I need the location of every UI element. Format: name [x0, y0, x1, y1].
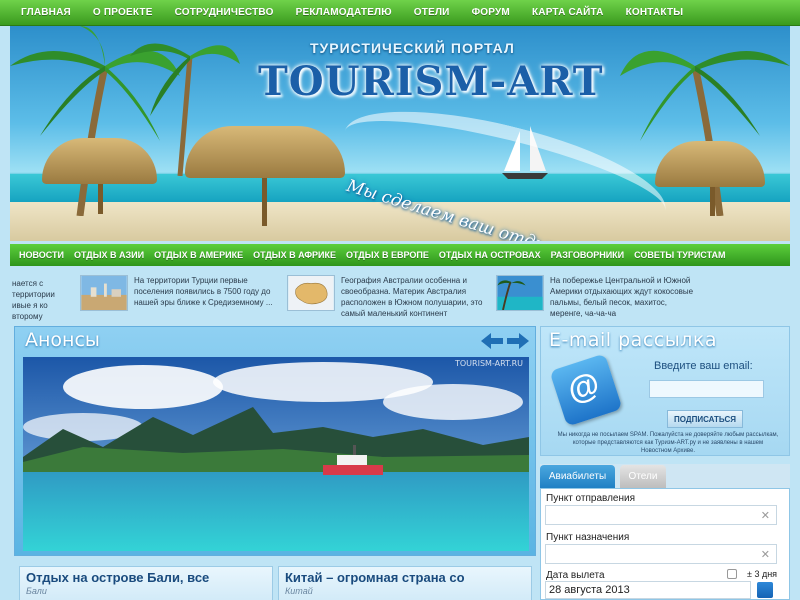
departure-date-label: Дата вылета — [546, 570, 605, 581]
tab-hotels[interactable]: Отели — [620, 465, 666, 488]
ticker-item[interactable]: На территории Турции первые поселения по… — [80, 275, 285, 311]
cat-news[interactable]: НОВОСТИ — [14, 250, 69, 260]
ticker-thumb-beach — [496, 275, 544, 311]
cat-europe[interactable]: ОТДЫХ В ЕВРОПЕ — [341, 250, 434, 260]
ticker-text: География Австралии особенна и своеобраз… — [341, 276, 483, 318]
site-logo[interactable]: TOURISM-ART — [258, 58, 604, 105]
banner-subtitle: ТУРИСТИЧЕСКИЙ ПОРТАЛ — [310, 40, 515, 56]
article-tag[interactable]: Бали — [26, 586, 266, 596]
island-photo — [23, 357, 529, 551]
ticker-item[interactable]: География Австралии особенна и своеобраз… — [287, 275, 492, 319]
ticker-text: На побережье Центральной и Южной Америки… — [550, 276, 694, 318]
email-label: Введите ваш email: — [654, 360, 753, 372]
cat-america[interactable]: ОТДЫХ В АМЕРИКЕ — [149, 250, 248, 260]
news-ticker: нается с территории ивые я ко второму На… — [10, 275, 790, 325]
departure-label: Пункт отправления — [546, 493, 636, 504]
nav-contacts[interactable]: КОНТАКТЫ — [615, 7, 695, 18]
nav-cooperation[interactable]: СОТРУДНИЧЕСТВО — [164, 7, 285, 18]
article-card[interactable]: Китай – огромная страна со Китай — [278, 566, 532, 600]
article-title[interactable]: Отдых на острове Бали, все — [26, 570, 266, 585]
calendar-icon[interactable] — [757, 582, 773, 598]
cat-asia[interactable]: ОТДЫХ В АЗИИ — [69, 250, 149, 260]
spam-notice: Мы никогда не посылаем SPAM. Пожалуйста … — [557, 432, 779, 454]
ticker-thumb-australia-map — [287, 275, 335, 311]
flex-dates-checkbox[interactable] — [727, 569, 737, 579]
clear-icon[interactable]: ✕ — [761, 509, 770, 522]
article-tag[interactable]: Китай — [285, 586, 525, 596]
article-title[interactable]: Китай – огромная страна со — [285, 570, 525, 585]
email-at-icon: @ — [549, 353, 623, 427]
departure-input[interactable]: ✕ — [545, 505, 777, 525]
ticker-partial-item[interactable]: нается с территории ивые я ко второму — [12, 278, 72, 322]
announcements-title: Анонсы — [25, 329, 100, 351]
ticker-text: На территории Турции первые поселения по… — [134, 276, 273, 307]
cat-africa[interactable]: ОТДЫХ В АФРИКЕ — [248, 250, 341, 260]
nav-hotels[interactable]: ОТЕЛИ — [403, 7, 461, 18]
destination-label: Пункт назначения — [546, 532, 630, 543]
email-input[interactable] — [649, 380, 764, 398]
article-card[interactable]: Отдых на острове Бали, все Бали — [19, 566, 273, 600]
cat-phrasebooks[interactable]: РАЗГОВОРНИКИ — [546, 250, 630, 260]
cat-tips[interactable]: СОВЕТЫ ТУРИСТАМ — [629, 250, 730, 260]
subscribe-button[interactable]: ПОДПИСАТЬСЯ — [667, 410, 743, 428]
arrow-left-icon[interactable] — [481, 333, 503, 349]
booking-tabs: Авиабилеты Отели — [540, 464, 790, 488]
slider-image[interactable]: TOURISM-ART.RU — [23, 357, 529, 551]
announcements-panel: Анонсы TOURISM-ART.RU — [14, 326, 536, 556]
top-nav: ГЛАВНАЯ О ПРОЕКТЕ СОТРУДНИЧЕСТВО РЕКЛАМО… — [0, 0, 800, 26]
nav-forum[interactable]: ФОРУМ — [461, 7, 521, 18]
email-subscription-panel: E-mail рассылка @ Введите ваш email: ПОД… — [540, 326, 790, 456]
header-banner: ТУРИСТИЧЕСКИЙ ПОРТАЛ TOURISM-ART Мы сдел… — [10, 26, 790, 241]
nav-sitemap[interactable]: КАРТА САЙТА — [521, 7, 615, 18]
cat-islands[interactable]: ОТДЫХ НА ОСТРОВАХ — [434, 250, 546, 260]
ticker-item[interactable]: На побережье Центральной и Южной Америки… — [496, 275, 701, 319]
umbrella-center-icon — [185, 126, 345, 178]
flight-search-form: Пункт отправления ✕ Пункт назначения ✕ Д… — [540, 488, 790, 600]
email-subscription-title: E-mail рассылка — [549, 329, 717, 351]
ticker-thumb-turkey — [80, 275, 128, 311]
photo-watermark: TOURISM-ART.RU — [455, 359, 523, 368]
category-nav: НОВОСТИ ОТДЫХ В АЗИИ ОТДЫХ В АМЕРИКЕ ОТД… — [10, 244, 790, 266]
nav-advertisers[interactable]: РЕКЛАМОДАТЕЛЮ — [285, 7, 403, 18]
destination-input[interactable]: ✕ — [545, 544, 777, 564]
nav-about[interactable]: О ПРОЕКТЕ — [82, 7, 164, 18]
clear-icon[interactable]: ✕ — [761, 548, 770, 561]
flex-dates-label: ± 3 дня — [747, 569, 778, 579]
arrow-right-icon[interactable] — [507, 333, 529, 349]
nav-home[interactable]: ГЛАВНАЯ — [10, 7, 82, 18]
departure-date-input[interactable]: 28 августа 2013 — [545, 581, 751, 599]
tab-flights[interactable]: Авиабилеты — [540, 465, 615, 488]
